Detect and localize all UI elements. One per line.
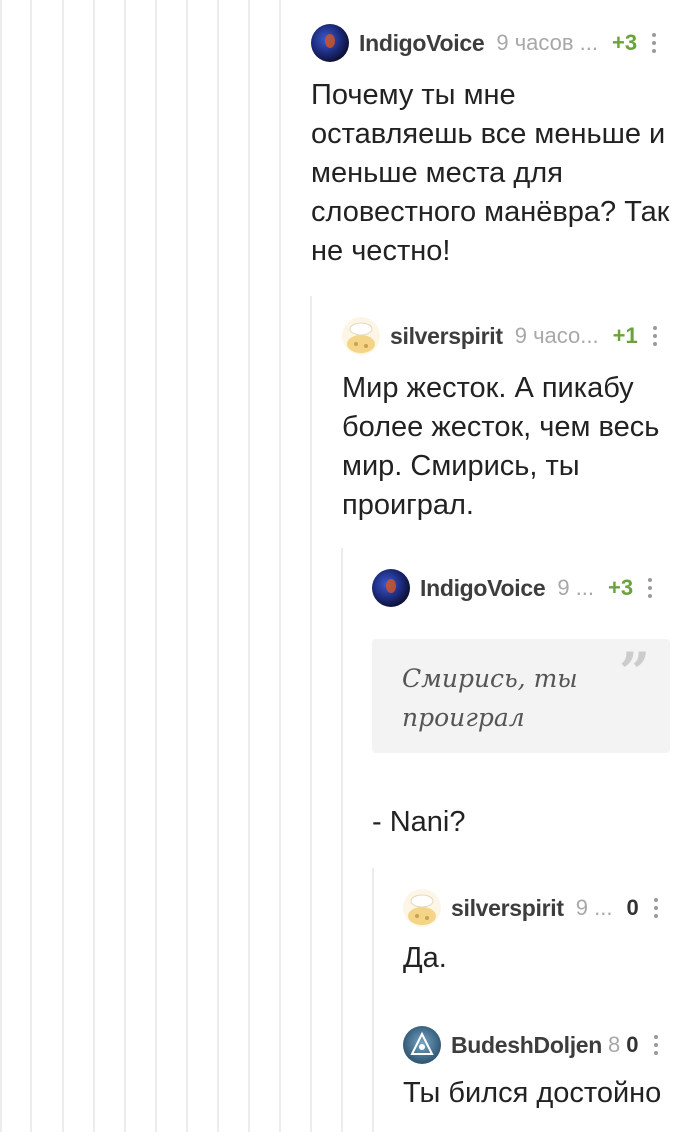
- comment-text: Почему ты мне оставляешь все меньше и ме…: [311, 79, 670, 267]
- comment-header: silverspirit 9 ... 0: [403, 889, 659, 927]
- thread-line: [341, 548, 343, 1132]
- comment-rating: 0: [626, 1032, 639, 1057]
- comment-text: Да.: [403, 942, 447, 974]
- quote-block: Смирись, ты проиграл ”: [372, 639, 670, 753]
- comment-time: 9 ...: [575, 895, 613, 920]
- username[interactable]: silverspirit: [390, 323, 503, 350]
- comment-text: Ты бился достойно: [403, 1077, 662, 1109]
- avatar[interactable]: [311, 24, 349, 62]
- more-vertical-icon[interactable]: [653, 898, 659, 918]
- comment-time: 9 ...: [557, 575, 595, 600]
- thread-line: [30, 0, 32, 1132]
- comment-rating: 0: [626, 895, 639, 920]
- username[interactable]: silverspirit: [451, 895, 564, 922]
- comment-text: Мир жесток. А пикабу более жесток, чем в…: [342, 372, 660, 521]
- comment-header: IndigoVoice 9 часов ... +3: [311, 24, 657, 62]
- avatar[interactable]: [342, 317, 380, 355]
- comment-header: silverspirit 9 часо... +1: [342, 317, 658, 355]
- comment-rating: +1: [612, 323, 638, 348]
- more-vertical-icon[interactable]: [651, 33, 657, 53]
- quote-icon: ”: [618, 640, 650, 704]
- thread-line: [93, 0, 95, 1132]
- more-vertical-icon[interactable]: [653, 1035, 659, 1055]
- thread-line: [124, 0, 126, 1132]
- username[interactable]: IndigoVoice: [359, 30, 485, 57]
- quote-text: Смирись, ты проиграл: [402, 664, 578, 732]
- username[interactable]: IndigoVoice: [420, 575, 546, 602]
- comment-text: - Nani?: [372, 806, 466, 838]
- avatar[interactable]: [372, 569, 410, 607]
- comment-header: IndigoVoice 9 ... +3: [372, 569, 653, 607]
- comment-time: 8: [608, 1032, 621, 1057]
- thread-line: [217, 0, 219, 1132]
- thread-line: [0, 0, 2, 1132]
- thread-line: [310, 296, 312, 1132]
- comment-time: 9 часов ...: [496, 30, 599, 55]
- comment-header: BudeshDoljen 8 0: [403, 1026, 659, 1064]
- thread-line: [279, 0, 281, 1132]
- comment-rating: +3: [608, 575, 634, 600]
- comment-rating: +3: [612, 30, 638, 55]
- thread-line: [248, 0, 250, 1132]
- avatar[interactable]: [403, 1026, 441, 1064]
- more-vertical-icon[interactable]: [647, 578, 653, 598]
- thread-line: [186, 0, 188, 1132]
- more-vertical-icon[interactable]: [652, 326, 658, 346]
- thread-line: [155, 0, 157, 1132]
- thread-line: [372, 868, 374, 1132]
- username[interactable]: BudeshDoljen: [451, 1032, 602, 1059]
- thread-line: [62, 0, 64, 1132]
- comment-time: 9 часо...: [514, 323, 599, 348]
- avatar[interactable]: [403, 889, 441, 927]
